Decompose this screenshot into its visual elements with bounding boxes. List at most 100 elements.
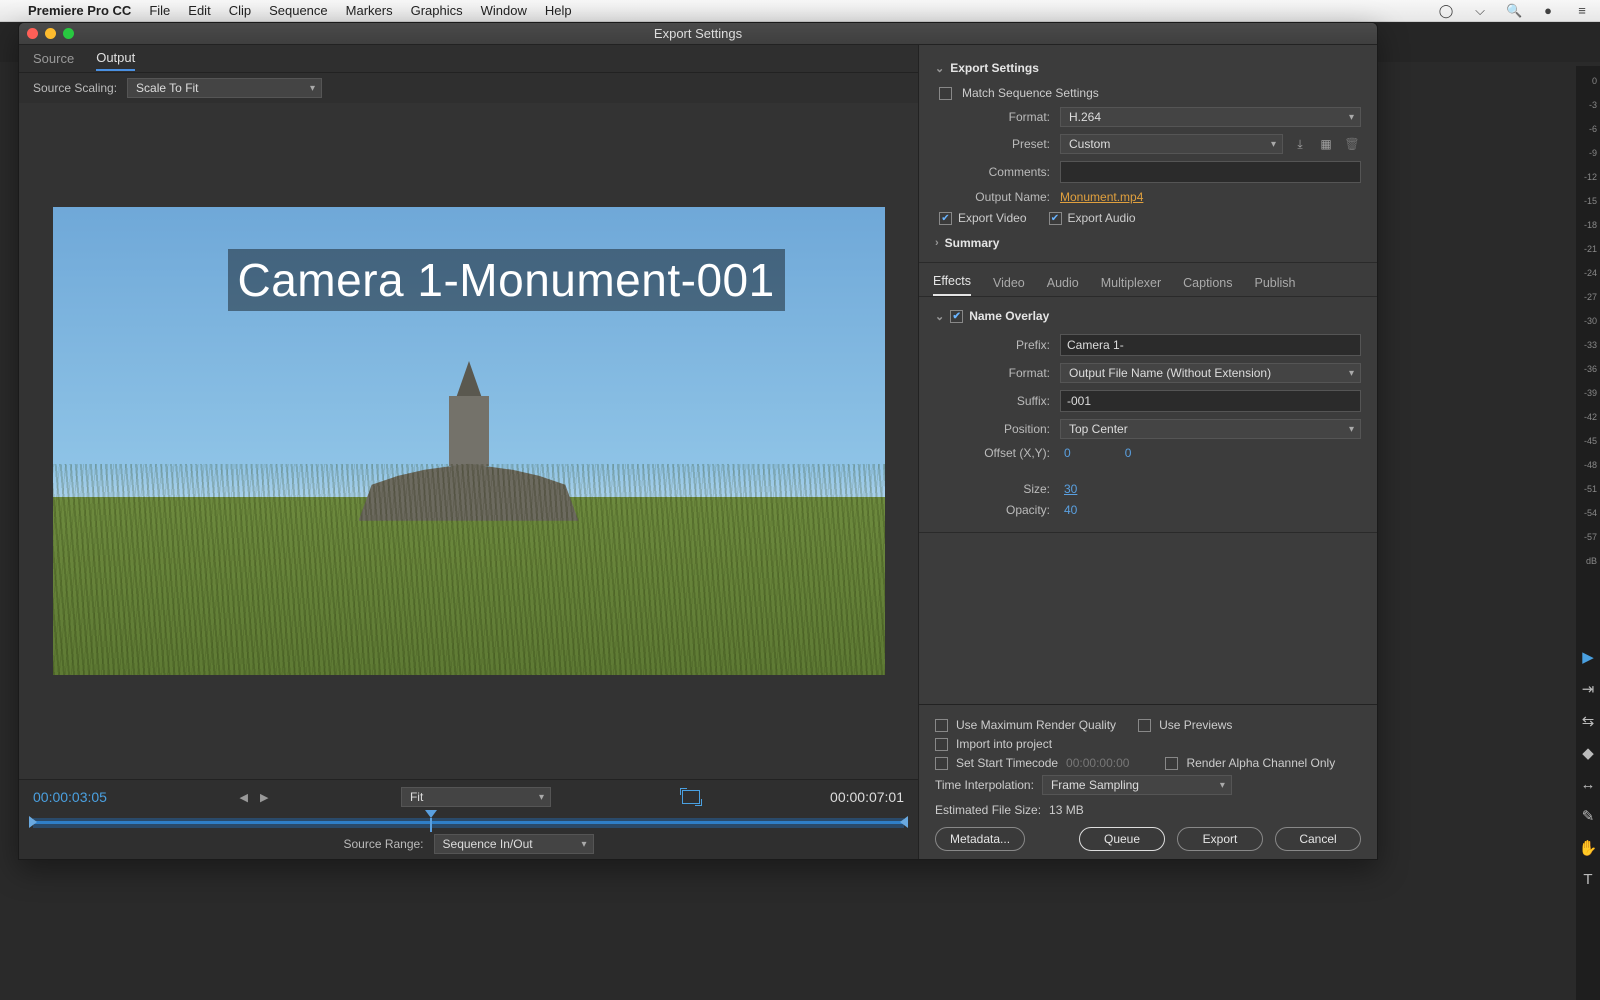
format-label: Format: [935,110,1050,124]
razor-tool-icon[interactable]: ◆ [1582,744,1594,762]
tab-source[interactable]: Source [33,47,74,70]
menu-edit[interactable]: Edit [188,3,210,18]
export-subtabs: Effects Video Audio Multiplexer Captions… [919,263,1377,297]
menu-markers[interactable]: Markers [346,3,393,18]
step-fwd-icon[interactable]: ▶ [258,791,270,804]
output-name-link[interactable]: Monument.mp4 [1060,190,1143,204]
format-select[interactable]: H.264 [1060,107,1361,127]
ripple-tool-icon[interactable]: ⇆ [1582,712,1595,730]
timecode-duration: 00:00:07:01 [830,789,904,805]
out-point-handle[interactable] [900,816,908,828]
crop-output-icon[interactable] [682,790,700,804]
mac-menubar: Premiere Pro CC File Edit Clip Sequence … [0,0,1600,22]
set-start-tc-label: Set Start Timecode [956,756,1058,770]
size-label: Size: [935,482,1050,496]
prefix-label: Prefix: [935,338,1050,352]
offset-y-input[interactable]: 0 [1121,446,1136,460]
position-select[interactable]: Top Center [1060,419,1361,439]
export-audio-label: Export Audio [1068,211,1136,225]
cancel-button[interactable]: Cancel [1275,827,1361,851]
set-start-tc-value: 00:00:00:00 [1066,756,1129,770]
preset-select[interactable]: Custom [1060,134,1283,154]
match-sequence-checkbox[interactable] [939,87,952,100]
menu-sequence[interactable]: Sequence [269,3,328,18]
offset-x-input[interactable]: 0 [1060,446,1075,460]
export-video-checkbox[interactable] [939,212,952,225]
window-title: Export Settings [19,26,1377,41]
position-label: Position: [935,422,1050,436]
menu-help[interactable]: Help [545,3,572,18]
summary-twirl-icon[interactable]: › [935,237,939,249]
track-select-tool-icon[interactable]: ⇥ [1582,680,1595,698]
import-project-checkbox[interactable] [935,738,948,751]
export-footer: Use Maximum Render Quality Use Previews … [919,704,1377,859]
slip-tool-icon[interactable]: ↔ [1581,776,1596,793]
right-tool-strip: ▶ ⇥ ⇆ ◆ ↔ ✎ ✋ T [1576,648,1600,888]
pen-tool-icon[interactable]: ✎ [1582,807,1595,825]
type-tool-icon[interactable]: T [1583,871,1592,888]
comments-input[interactable] [1060,161,1361,183]
max-render-checkbox[interactable] [935,719,948,732]
tab-video[interactable]: Video [993,276,1025,296]
menu-file[interactable]: File [149,3,170,18]
suffix-input[interactable]: -001 [1060,390,1361,412]
use-previews-label: Use Previews [1159,718,1232,732]
est-filesize-label: Estimated File Size: [935,803,1041,817]
opacity-label: Opacity: [935,503,1050,517]
export-settings-header: Export Settings [950,61,1039,75]
import-preset-icon[interactable]: ▦ [1317,136,1335,152]
prefix-input[interactable]: Camera 1- [1060,334,1361,356]
est-filesize-value: 13 MB [1049,803,1084,817]
spotlight-icon[interactable]: 🔍 [1506,3,1522,19]
name-overlay-twirl-icon[interactable]: ⌄ [935,310,944,323]
export-video-label: Export Video [958,211,1027,225]
playhead[interactable] [425,810,437,818]
overlay-format-select[interactable]: Output File Name (Without Extension) [1060,363,1361,383]
match-sequence-label: Match Sequence Settings [962,86,1099,100]
export-settings-twirl-icon[interactable]: ⌄ [935,62,944,75]
overlay-format-label: Format: [935,366,1050,380]
tab-audio[interactable]: Audio [1047,276,1079,296]
app-name[interactable]: Premiere Pro CC [28,3,131,18]
queue-button[interactable]: Queue [1079,827,1165,851]
menu-window[interactable]: Window [481,3,527,18]
window-titlebar[interactable]: Export Settings [19,23,1377,45]
cc-cloud-icon[interactable]: ◯ [1438,3,1454,19]
user-icon[interactable]: ● [1540,3,1556,18]
export-button[interactable]: Export [1177,827,1263,851]
summary-header[interactable]: Summary [945,236,1000,250]
selection-tool-icon[interactable]: ▶ [1582,648,1594,666]
tab-publish[interactable]: Publish [1255,276,1296,296]
delete-preset-icon[interactable]: 🗑 [1343,136,1361,152]
metadata-button[interactable]: Metadata... [935,827,1025,851]
menu-graphics[interactable]: Graphics [411,3,463,18]
opacity-input[interactable]: 40 [1060,503,1081,517]
import-project-label: Import into project [956,737,1052,751]
timecode-current[interactable]: 00:00:03:05 [33,789,107,805]
set-start-tc-checkbox[interactable] [935,757,948,770]
source-range-select[interactable]: Sequence In/Out [434,834,594,854]
tab-effects[interactable]: Effects [933,274,971,296]
time-interp-select[interactable]: Frame Sampling [1042,775,1232,795]
tab-output[interactable]: Output [96,46,135,71]
hand-tool-icon[interactable]: ✋ [1579,839,1598,857]
tab-multiplexer[interactable]: Multiplexer [1101,276,1161,296]
save-preset-icon[interactable]: ⤓ [1291,136,1309,152]
zoom-fit-select[interactable]: Fit [401,787,551,807]
source-scaling-select[interactable]: Scale To Fit [127,78,322,98]
menu-extras-icon[interactable]: ≡ [1574,3,1590,18]
export-audio-checkbox[interactable] [1049,212,1062,225]
in-point-handle[interactable] [29,816,37,828]
range-slider[interactable] [33,818,904,828]
step-back-icon[interactable]: ◀ [238,791,250,804]
size-input[interactable]: 30 [1060,482,1081,496]
offset-label: Offset (X,Y): [935,446,1050,460]
render-alpha-checkbox[interactable] [1165,757,1178,770]
menu-clip[interactable]: Clip [229,3,251,18]
wifi-icon[interactable]: ⌵ [1472,3,1488,19]
name-overlay-checkbox[interactable] [950,310,963,323]
tab-captions[interactable]: Captions [1183,276,1232,296]
video-preview[interactable]: Camera 1-Monument-001 [53,207,885,675]
name-overlay-header: Name Overlay [969,309,1049,323]
use-previews-checkbox[interactable] [1138,719,1151,732]
